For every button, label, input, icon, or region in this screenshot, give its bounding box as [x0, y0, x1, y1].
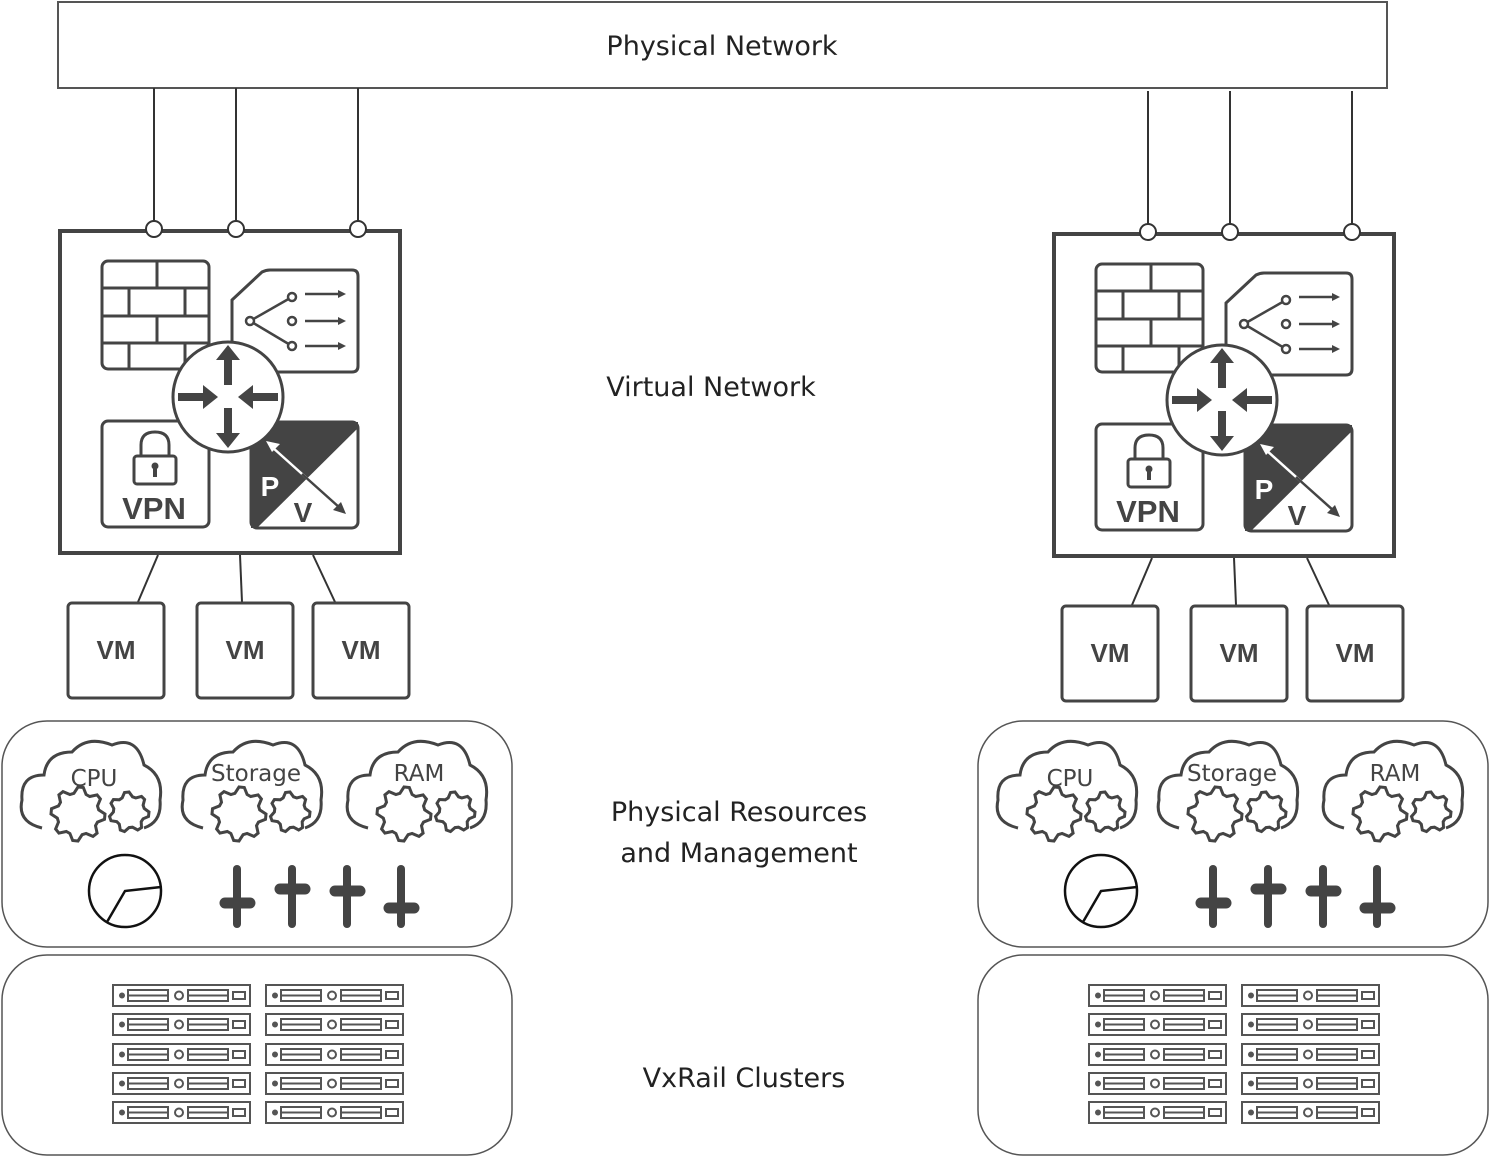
right-site: VPN P V VM VM VM CPU Storage RAM — [977, 91, 1489, 1156]
clock-icon — [1063, 853, 1139, 929]
v-label: V — [294, 497, 313, 528]
virtual-network-label: Virtual Network — [606, 372, 816, 403]
p-label: P — [261, 471, 280, 502]
svg-text:VM: VM — [1336, 638, 1375, 668]
site-physical-layer: CPU Storage RAM — [1, 720, 513, 1156]
gear-icon — [49, 785, 107, 843]
svg-text:VM: VM — [342, 635, 381, 665]
cpu-label: CPU — [71, 766, 118, 792]
vm-2: VM — [1189, 604, 1289, 703]
p-label: P — [1255, 474, 1274, 505]
vm-3: VM — [1305, 604, 1405, 703]
gear-icon — [210, 785, 268, 843]
gear-icon — [1351, 785, 1409, 843]
site-physical-layer: CPU Storage RAM — [977, 720, 1489, 1156]
router-icon — [171, 340, 285, 454]
vm-2: VM — [195, 601, 295, 700]
ram-label: RAM — [1370, 761, 1421, 787]
vm-links — [137, 554, 336, 603]
vm-1: VM — [1060, 604, 1160, 703]
vxrail-clusters-label: VxRail Clusters — [643, 1063, 846, 1094]
svg-text:VM: VM — [1220, 638, 1259, 668]
physical-to-virtual-icon: P V — [249, 420, 360, 530]
cpu-label: CPU — [1047, 766, 1094, 792]
ram-label: RAM — [394, 761, 445, 787]
vxrail-cluster-box — [1, 954, 513, 1156]
vpn-label: VPN — [122, 491, 186, 526]
vm-3: VM — [311, 601, 411, 700]
vpn-label: VPN — [1116, 494, 1180, 529]
svg-text:VM: VM — [226, 635, 265, 665]
physical-to-virtual-icon: P V — [1243, 423, 1354, 533]
vxrail-architecture-diagram: Physical Network Virtual Network Physica… — [1, 1, 1489, 1156]
uplinks — [153, 88, 359, 221]
gear-icon — [1186, 785, 1244, 843]
clock-icon — [87, 853, 163, 929]
physical-resources-label-1: Physical Resources — [611, 797, 867, 828]
gear-icon — [375, 785, 433, 843]
vm-1: VM — [66, 601, 166, 700]
site-virtual-layer: VPN P V VM VM VM — [1052, 91, 1405, 703]
vxrail-cluster-box — [977, 954, 1489, 1156]
site-virtual-layer: VPN P V VM VM VM — [58, 88, 411, 700]
v-label: V — [1288, 500, 1307, 531]
svg-text:VM: VM — [97, 635, 136, 665]
storage-label: Storage — [1187, 761, 1277, 787]
physical-resources-label-2: and Management — [620, 838, 857, 869]
router-icon — [1165, 343, 1279, 457]
uplinks — [1147, 91, 1353, 224]
vm-links — [1131, 557, 1330, 606]
physical-network-label: Physical Network — [606, 31, 838, 62]
svg-text:VM: VM — [1091, 638, 1130, 668]
storage-label: Storage — [211, 761, 301, 787]
gear-icon — [1025, 785, 1083, 843]
